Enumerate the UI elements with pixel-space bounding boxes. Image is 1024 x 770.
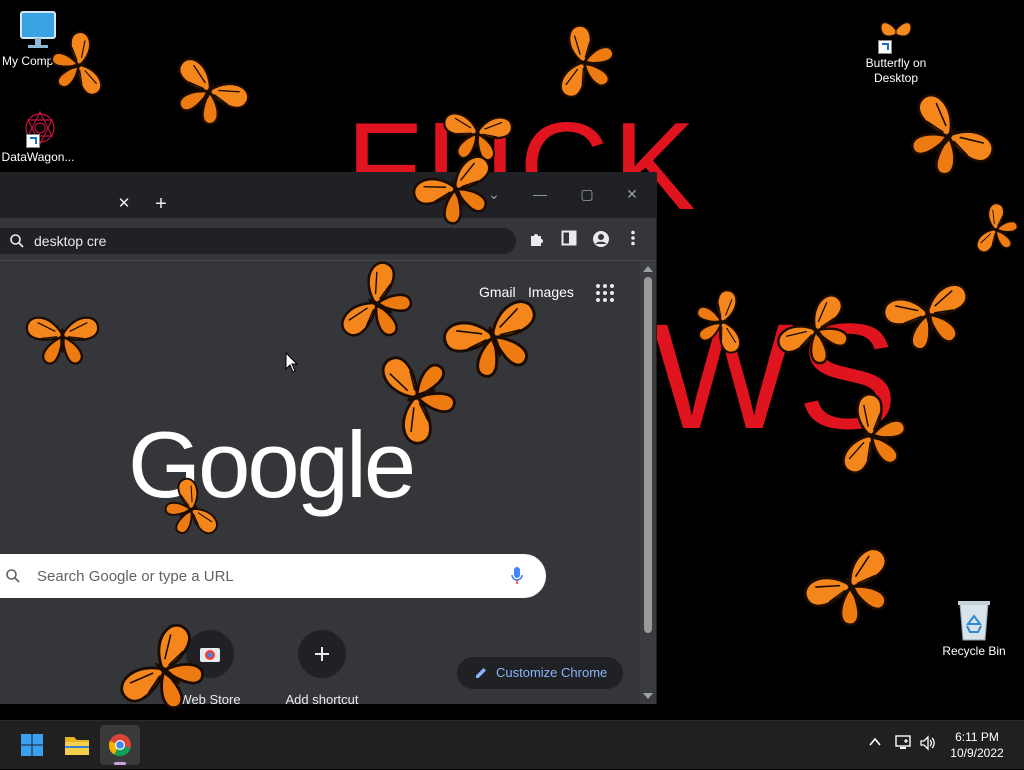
system-clock[interactable]: 6:11 PM 10/9/2022	[940, 729, 1014, 761]
scroll-down-icon[interactable]	[643, 693, 653, 699]
tab-close-icon[interactable]: ✕	[116, 196, 132, 212]
profile-icon[interactable]	[592, 230, 614, 252]
microphone-icon[interactable]	[510, 566, 524, 591]
maximize-icon[interactable]: ▢	[567, 184, 607, 204]
customize-chrome-label: Customize Chrome	[496, 665, 608, 680]
new-tab-button[interactable]: +	[151, 194, 171, 214]
desktop-icon-label: Butterfly on Desktop	[865, 56, 927, 85]
file-explorer-icon[interactable]	[57, 725, 97, 765]
desktop-icon-butterfly-on-desktop[interactable]: Butterfly on Desktop	[852, 16, 940, 86]
vertical-scrollbar[interactable]	[640, 261, 656, 704]
apps-grid-icon[interactable]	[596, 284, 614, 302]
search-icon	[9, 233, 25, 249]
address-bar-value: desktop cre	[34, 233, 107, 249]
desktop: FUCK WS My Computer DataWagon... Butterf…	[0, 0, 1024, 720]
mouse-cursor-icon	[285, 352, 299, 373]
network-icon[interactable]	[894, 735, 912, 756]
chrome-window[interactable]: ✕ + ⌄ — ▢ ✕ desktop cre Gmail Images Goo…	[0, 172, 657, 704]
chrome-icon[interactable]	[100, 725, 140, 765]
shortcut-label: Add shortcut	[285, 692, 359, 704]
pencil-icon	[474, 666, 488, 683]
scroll-up-icon[interactable]	[643, 266, 653, 272]
butterfly-icon	[557, 22, 619, 105]
butterfly-icon	[377, 342, 465, 449]
butterfly-icon	[165, 53, 254, 137]
shortcut-add[interactable]: Add shortcut	[272, 630, 372, 704]
extensions-icon[interactable]	[528, 230, 550, 252]
shortcut-arrow-icon	[878, 40, 892, 54]
recycle-bin-icon	[955, 598, 993, 642]
butterfly-icon	[900, 88, 1000, 185]
butterfly-icon	[25, 316, 100, 365]
butterfly-icon	[155, 474, 222, 549]
search-placeholder: Search Google or type a URL	[37, 568, 234, 585]
butterfly-icon	[879, 280, 979, 358]
chevron-up-icon[interactable]	[868, 735, 882, 754]
toolbar: desktop cre	[0, 218, 656, 261]
butterfly-icon	[799, 542, 905, 635]
butterfly-icon	[45, 28, 105, 104]
butterfly-icon	[114, 618, 215, 720]
scroll-thumb[interactable]	[644, 277, 652, 633]
clock-time: 6:11 PM	[955, 730, 999, 744]
tab-strip: ✕ + ⌄ — ▢ ✕	[0, 172, 656, 218]
customize-chrome-button[interactable]: Customize Chrome	[457, 657, 623, 689]
butterfly-icon	[839, 390, 913, 484]
butterfly-icon	[694, 288, 742, 357]
butterfly-app-icon	[876, 16, 916, 54]
desktop-icon-recycle-bin[interactable]: Recycle Bin	[930, 598, 1018, 659]
desktop-icon-label: Recycle Bin	[942, 644, 1006, 658]
clock-date: 10/9/2022	[950, 746, 1004, 760]
volume-icon[interactable]	[919, 735, 937, 756]
start-icon[interactable]	[12, 725, 52, 765]
minimize-icon[interactable]: —	[520, 184, 560, 204]
menu-icon[interactable]	[630, 230, 652, 252]
search-box[interactable]: Search Google or type a URL	[0, 554, 546, 598]
search-icon	[5, 568, 21, 589]
shortcut-arrow-icon	[26, 134, 40, 148]
close-window-icon[interactable]: ✕	[612, 184, 652, 204]
plus-icon	[298, 630, 346, 678]
side-panel-icon[interactable]	[561, 230, 583, 252]
butterfly-icon	[772, 289, 860, 377]
butterfly-icon	[409, 151, 507, 235]
desktop-icon-label: DataWagon...	[1, 150, 75, 164]
taskbar: 6:11 PM 10/9/2022	[0, 720, 1024, 769]
